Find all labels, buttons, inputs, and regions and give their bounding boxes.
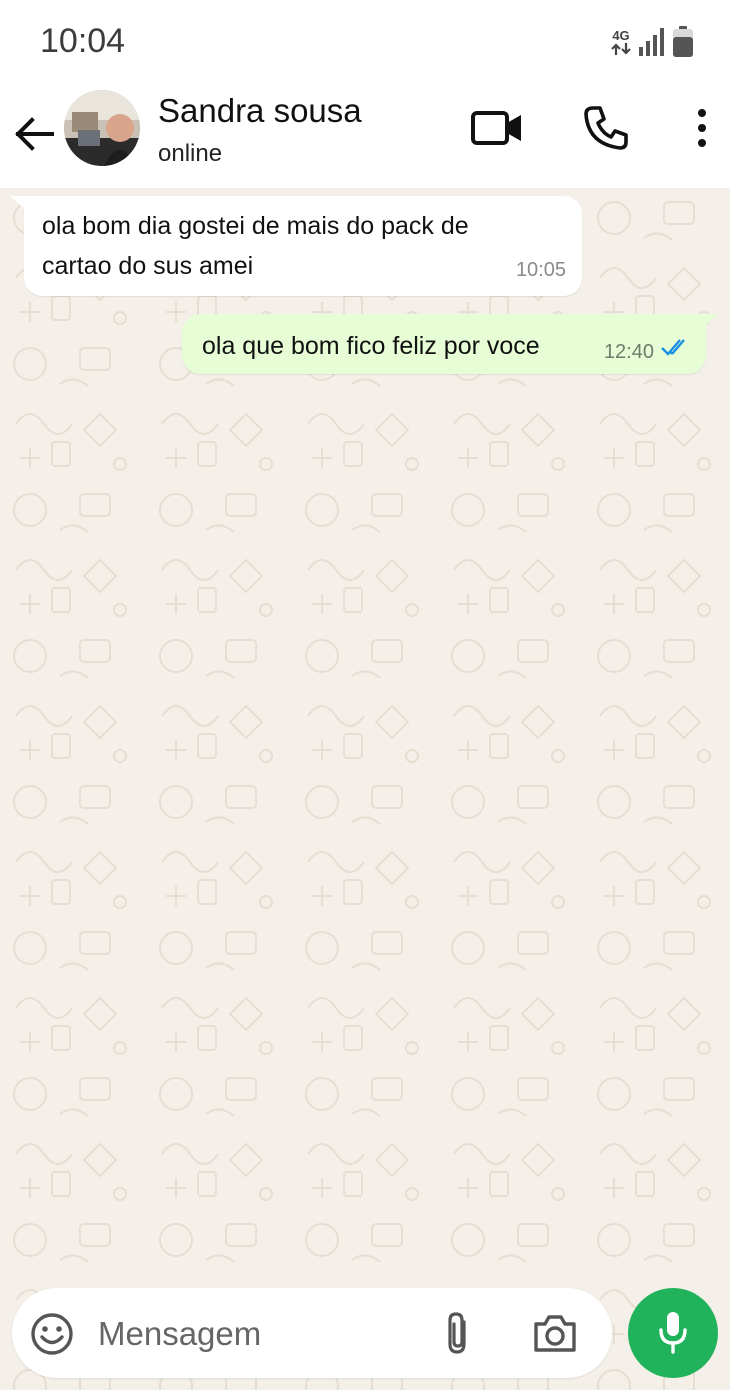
network-type-label: 4G: [612, 27, 630, 43]
message-outgoing[interactable]: ola que bom fico feliz por voce 12:40: [182, 314, 706, 374]
data-arrows-icon: [611, 42, 631, 55]
bubble-tail-outgoing: [702, 314, 718, 328]
avatar-photo: [64, 90, 140, 166]
back-arrow-icon[interactable]: [12, 112, 56, 156]
voice-message-button[interactable]: [628, 1288, 718, 1378]
camera-icon[interactable]: [532, 1312, 578, 1354]
status-bar: 10:04 4G: [0, 0, 730, 84]
message-incoming[interactable]: ola bom dia gostei de mais do pack de ca…: [24, 196, 582, 296]
status-time: 10:04: [40, 22, 126, 60]
attach-icon[interactable]: [440, 1310, 476, 1358]
video-call-icon[interactable]: [470, 106, 524, 150]
chat-header: Sandra sousa online: [0, 84, 730, 188]
mic-icon: [659, 1312, 687, 1354]
read-ticks-icon: [661, 339, 685, 356]
contact-name[interactable]: Sandra sousa: [158, 92, 362, 130]
contact-status: online: [158, 140, 223, 167]
chat-area[interactable]: ola bom dia gostei de mais do pack de ca…: [0, 188, 730, 1390]
voice-call-icon[interactable]: [582, 104, 630, 152]
more-options-icon[interactable]: [690, 106, 714, 150]
message-composer: [12, 1288, 612, 1378]
status-icons: 4G: [610, 26, 694, 58]
emoji-icon[interactable]: [30, 1312, 74, 1356]
message-time: 12:40: [603, 341, 654, 363]
signal-icon: [639, 28, 664, 56]
message-time: 10:05: [515, 259, 566, 281]
network-indicator: 4G: [610, 29, 632, 56]
message-text: ola que bom fico feliz por voce: [202, 332, 540, 360]
message-text: ola bom dia gostei de mais do pack de ca…: [42, 212, 469, 280]
avatar[interactable]: [64, 90, 140, 166]
battery-icon: [673, 26, 693, 57]
message-input[interactable]: [96, 1308, 420, 1360]
